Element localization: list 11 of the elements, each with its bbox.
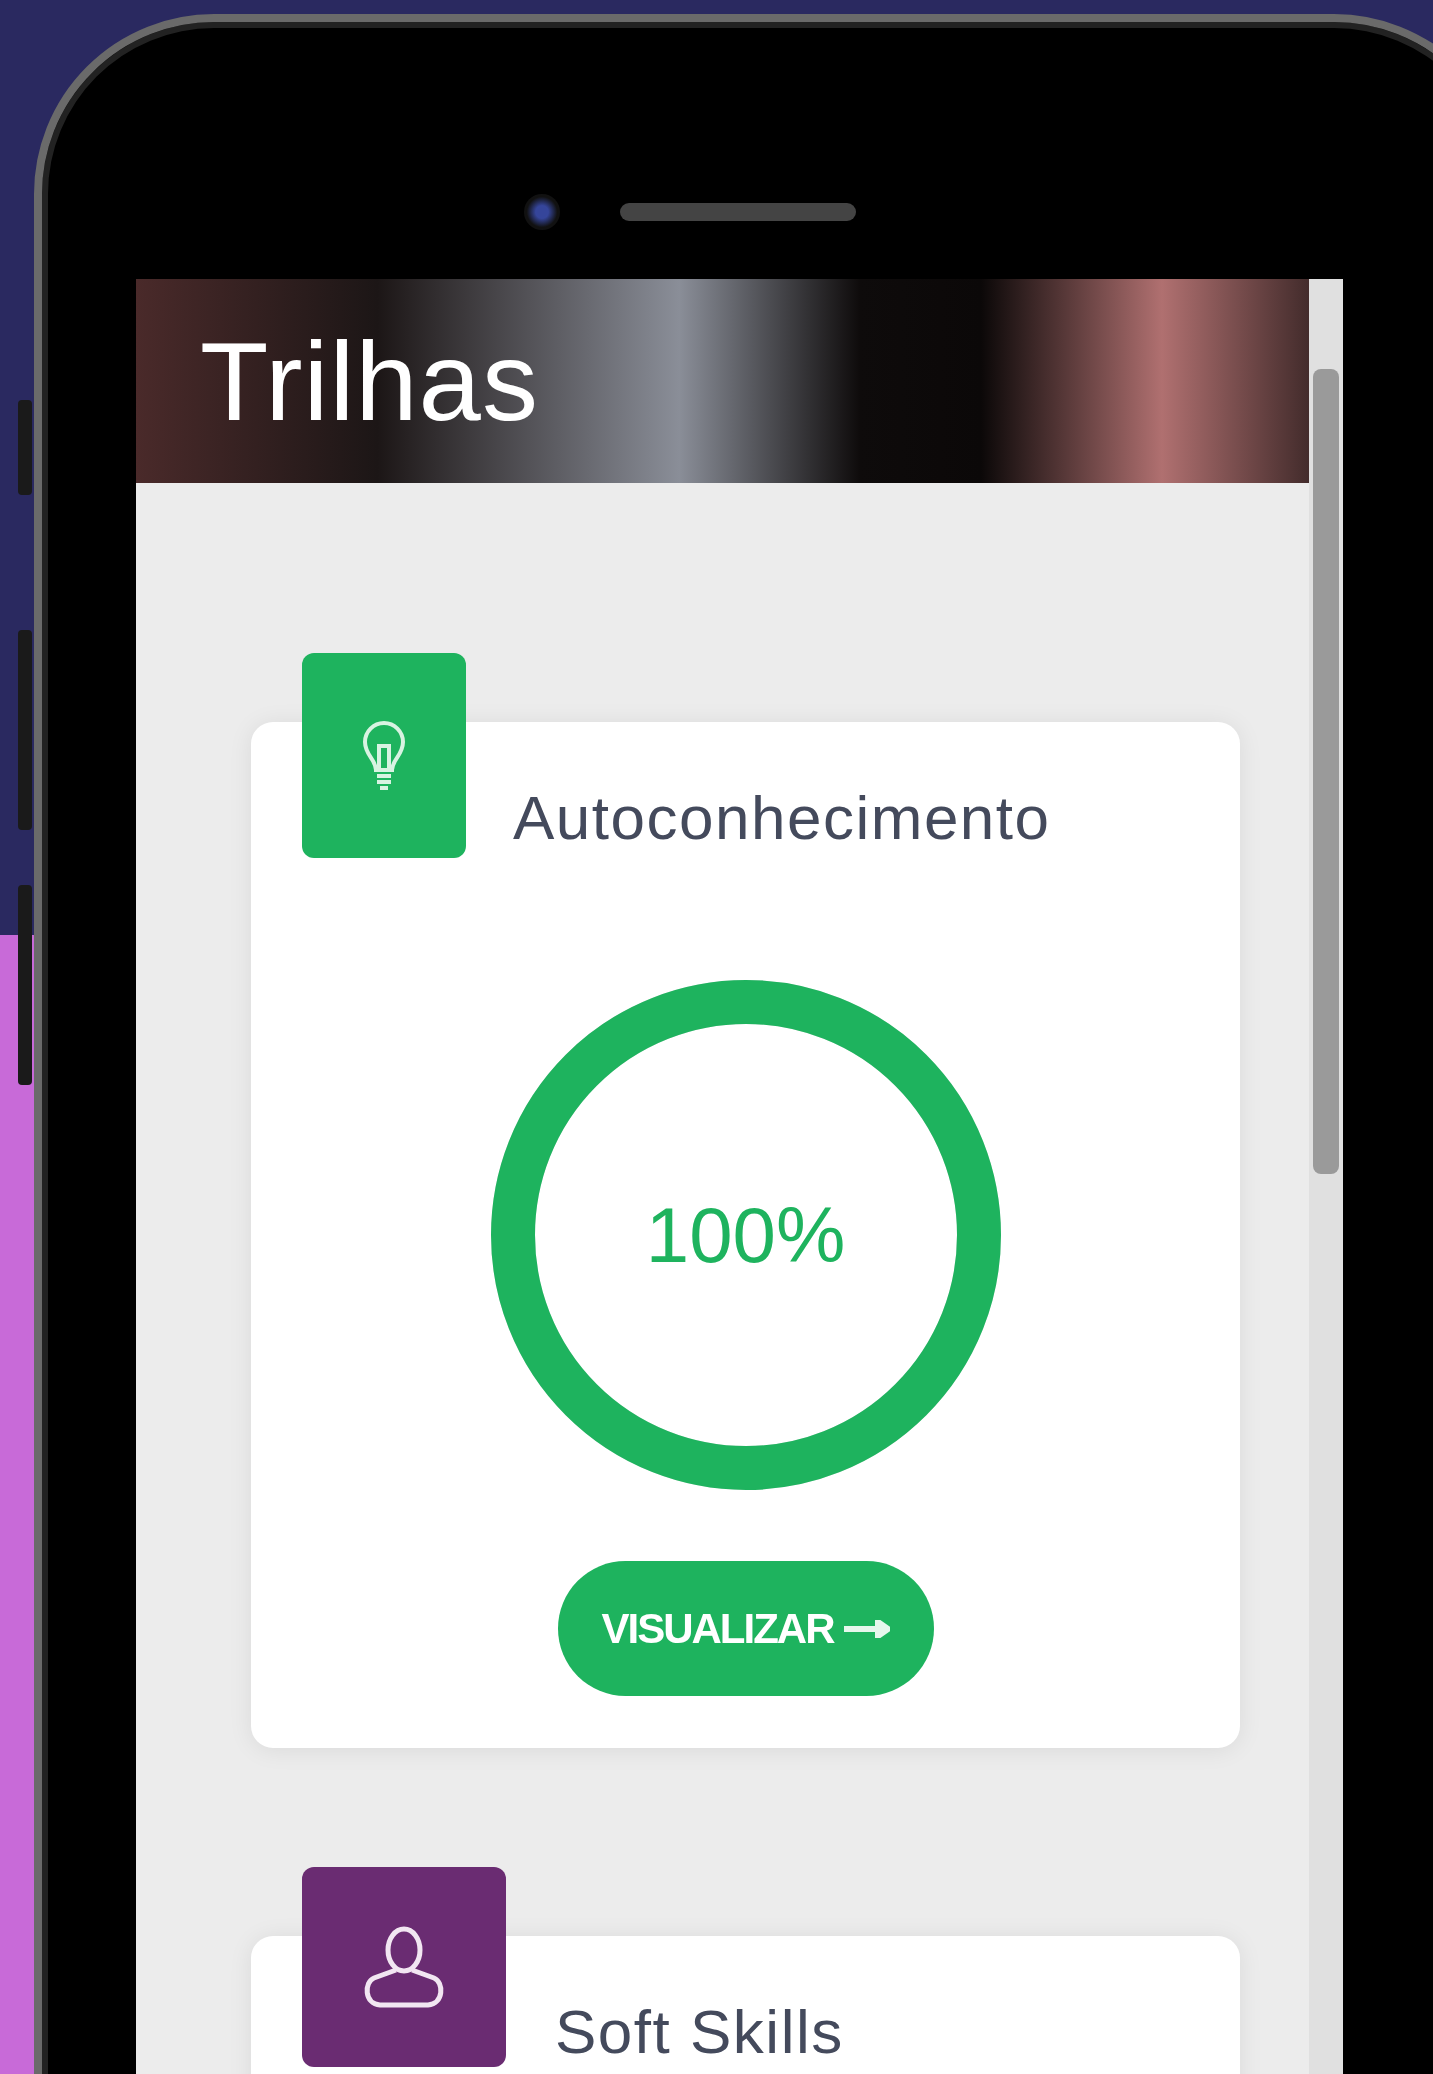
track-title: Soft Skills [555, 1996, 844, 2067]
speaker-icon [620, 203, 856, 221]
progress-percent: 100% [645, 1189, 846, 1281]
scrollbar-thumb[interactable] [1313, 369, 1339, 1174]
light-bulb-icon [361, 719, 407, 792]
camera-icon [524, 194, 560, 230]
track-title: Autoconhecimento [513, 782, 1051, 853]
scrollbar[interactable] [1309, 279, 1343, 2074]
view-button[interactable]: VISUALIZAR [557, 1561, 934, 1696]
page-title: Trilhas [200, 318, 539, 446]
arrow-right-icon [843, 1619, 890, 1638]
